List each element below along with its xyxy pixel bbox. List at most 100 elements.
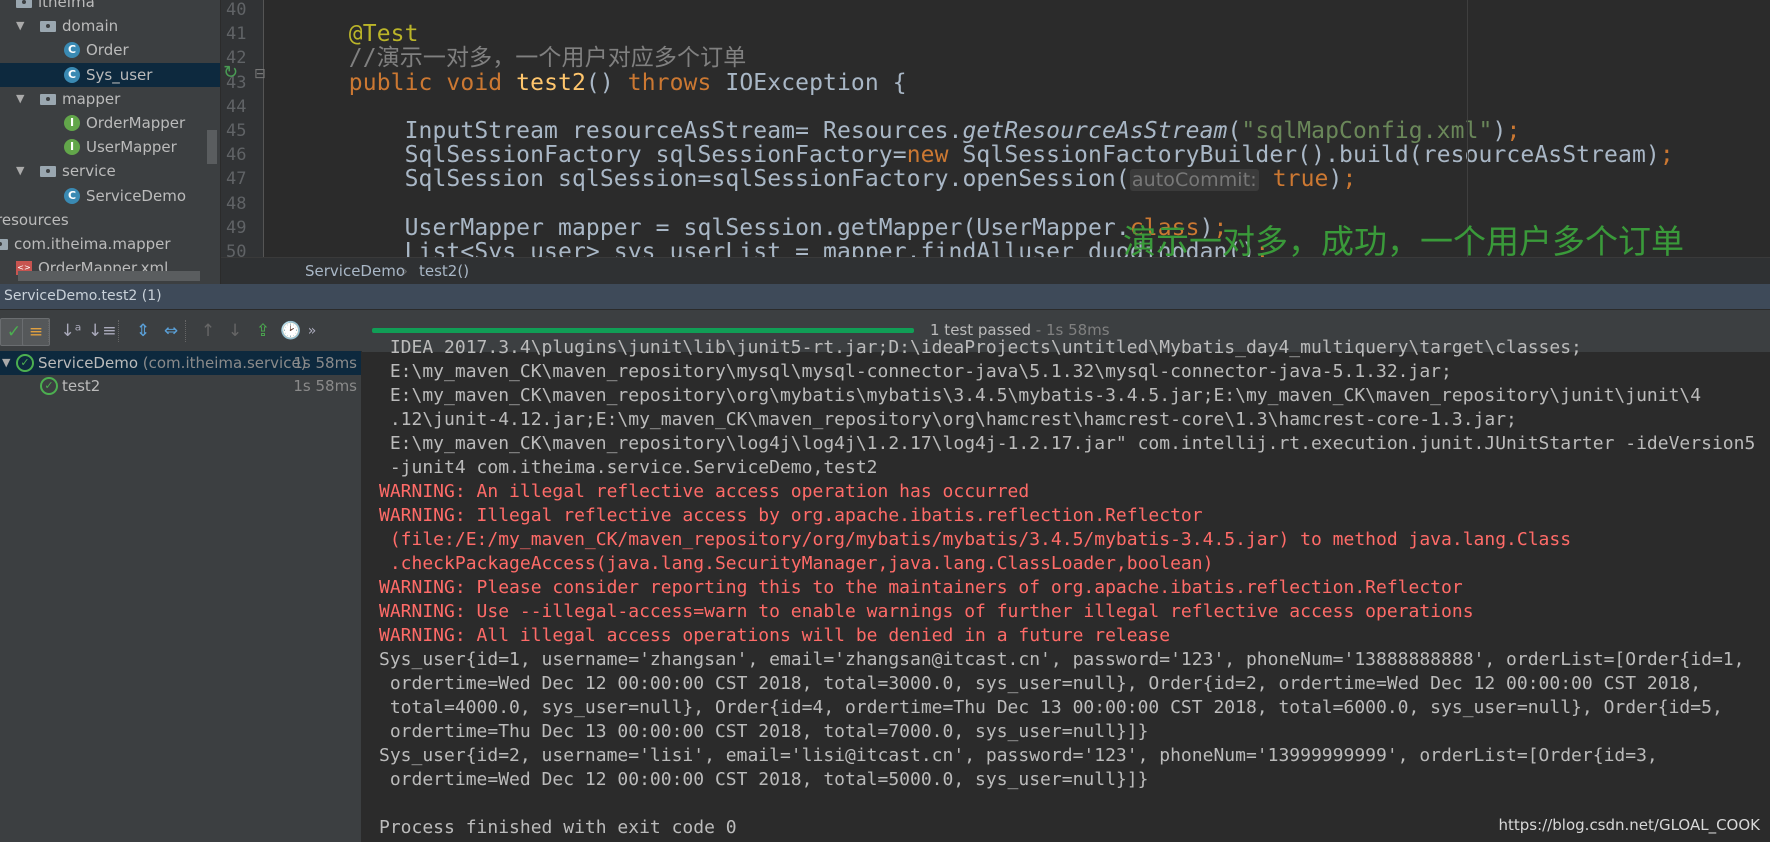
code-token: ): [1328, 166, 1343, 193]
class-icon: C: [64, 42, 80, 59]
console-warning-line: .checkPackageAccess(java.lang.SecurityMa…: [379, 553, 1214, 574]
code-token: getResourceAsStream: [962, 118, 1228, 144]
code-token: IOException {: [725, 69, 907, 96]
right-margin-guide: [1467, 0, 1468, 257]
expand-arrow-icon[interactable]: ▼: [16, 87, 24, 111]
code-line: @Test: [293, 22, 419, 46]
project-tree-item[interactable]: ▼itheima: [0, 0, 220, 14]
project-horizontal-scrollbar[interactable]: [18, 271, 200, 281]
line-number: 47: [226, 169, 247, 190]
console-line: Sys_user{id=1, username='zhangsan', emai…: [379, 649, 1745, 670]
run-test-gutter-icon[interactable]: ↻: [223, 62, 238, 83]
project-tree-item[interactable]: C Order: [0, 38, 220, 62]
project-tree-label: ServiceDemo: [86, 186, 187, 205]
project-tree-item[interactable]: C Sys_user: [0, 62, 220, 87]
console-line: ordertime=Wed Dec 12 00:00:00 CST 2018, …: [379, 673, 1702, 694]
code-token: SqlSession sqlSession=sqlSessionFactory.…: [293, 166, 1130, 193]
code-token: test2: [516, 69, 586, 96]
sort-alpha-icon[interactable]: ↓ᵃ: [58, 318, 84, 344]
code-token: throws: [627, 69, 726, 96]
code-token: SqlSessionFactoryBuilder().build(resourc…: [962, 142, 1660, 169]
code-token: (): [585, 69, 628, 96]
editor-breadcrumb: ServiceDemo › test2(): [221, 257, 1770, 285]
test-package: (com.itheima.service): [138, 354, 307, 372]
run-tool-window-title: ServiceDemo.test2 (1): [0, 284, 1770, 309]
project-tree-item[interactable]: ▼ domain: [0, 14, 220, 38]
expand-all-icon[interactable]: ⇕: [130, 318, 156, 344]
project-tree-item[interactable]: resources: [0, 208, 220, 232]
code-line: UserMapper mapper = sqlSession.getMapper…: [293, 216, 1228, 240]
project-tree-label: resources: [0, 210, 69, 229]
line-number: 44: [226, 96, 247, 117]
next-failed-icon[interactable]: ↓: [222, 318, 248, 344]
line-number: 40: [226, 0, 247, 20]
project-tree-item[interactable]: C ServiceDemo: [0, 184, 220, 208]
class-icon: C: [64, 66, 80, 83]
expand-arrow-icon[interactable]: ▼: [16, 159, 24, 183]
console-warning-line: WARNING: Use --illegal-access=warn to en…: [379, 601, 1474, 622]
console-line: ordertime=Wed Dec 12 00:00:00 CST 2018, …: [379, 769, 1149, 790]
console-line: -junit4 com.itheima.service.ServiceDemo,…: [379, 457, 878, 478]
code-line: //演示一对多，一个用户对应多个订单: [293, 46, 746, 70]
sort-duration-icon[interactable]: ↓≡: [88, 318, 117, 344]
collapse-all-icon[interactable]: ⇔: [158, 318, 184, 344]
folder-icon: [0, 239, 8, 250]
project-tree-item[interactable]: I OrderMapper: [0, 111, 220, 135]
test-passed-icon: ✓: [16, 354, 34, 372]
code-editor[interactable]: 40 41 42 43 44 45 46 47 48 49 50 ↻ @Test //演示一对多，一个…: [221, 0, 1770, 257]
code-token: ;: [1506, 118, 1521, 144]
project-tree-label: mapper: [62, 89, 121, 108]
console-warning-line: WARNING: Illegal reflective access by or…: [379, 505, 1203, 526]
toolbar-separator: [185, 320, 187, 342]
project-tree-label: service: [62, 162, 116, 181]
console-line: E:\my_maven_CK\maven_repository\mysql\my…: [379, 361, 1452, 382]
line-number: 45: [226, 121, 247, 141]
breadcrumb-method[interactable]: test2(): [419, 258, 469, 285]
test-name: ServiceDemo (com.itheima.service): [38, 354, 307, 372]
code-line: InputStream resourceAsStream= Resources.…: [293, 118, 1521, 144]
code-token: true: [1272, 166, 1329, 193]
console-warning-line: WARNING: An illegal reflective access op…: [379, 481, 1030, 502]
expand-arrow-icon[interactable]: ▼: [16, 14, 24, 38]
project-tree-panel: ▼itheima▼domainCOrderCSys_user▼mapperIOr…: [0, 0, 221, 284]
history-icon[interactable]: 🕑: [278, 318, 304, 344]
show-ignored-icon[interactable]: ≡: [22, 318, 50, 346]
code-token: //演示一对多，一个用户对应多个订单: [348, 45, 747, 72]
more-icon[interactable]: »: [305, 318, 319, 344]
console-line: IDEA 2017.3.4\plugins\junit\lib\junit5-r…: [379, 337, 1582, 358]
folder-icon: [16, 0, 32, 8]
console-line: E:\my_maven_CK\maven_repository\org\myba…: [379, 385, 1702, 406]
folder-icon: [40, 21, 56, 33]
code-token: "sqlMapConfig.xml": [1241, 118, 1493, 144]
console-warning-line: WARNING: All illegal access operations w…: [379, 625, 1171, 646]
fold-icon[interactable]: ⊟: [254, 66, 266, 82]
toolbar-separator: [48, 320, 50, 342]
previous-failed-icon[interactable]: ↑: [195, 318, 221, 344]
project-tree-item[interactable]: I UserMapper: [0, 135, 220, 159]
code-token: InputStream resourceAsStream= Resources.: [293, 118, 963, 144]
code-token: @Test: [348, 21, 419, 48]
project-tree-item[interactable]: ▼ service: [0, 159, 220, 183]
test-results-tree: ▼ ✓ ServiceDemo (com.itheima.service) 1s 58…: [0, 351, 362, 842]
test-tree-item[interactable]: ✓ test2 1s 58ms: [0, 374, 361, 398]
project-tree-item[interactable]: com.itheima.mapper: [0, 232, 220, 256]
run-tab-label[interactable]: ServiceDemo.test2 (1): [4, 284, 162, 309]
breadcrumb-class[interactable]: ServiceDemo: [305, 258, 405, 285]
console-output[interactable]: IDEA 2017.3.4\plugins\junit\lib\junit5-r…: [362, 337, 1770, 842]
line-number: 46: [226, 145, 247, 166]
line-number: 48: [226, 193, 247, 214]
test-duration: 1s 58ms: [293, 377, 357, 395]
project-tree-label: OrderMapper: [86, 114, 186, 132]
expand-arrow-icon[interactable]: ▼: [2, 351, 10, 375]
project-tree-item[interactable]: ▼ mapper: [0, 87, 220, 111]
test-tree-item[interactable]: ▼ ✓ ServiceDemo (com.itheima.service) 1s 58…: [0, 351, 361, 375]
test-progress-bar: [372, 328, 914, 333]
console-line: Process finished with exit code 0: [379, 817, 737, 838]
project-vertical-scrollbar[interactable]: [207, 130, 217, 164]
code-token: ;: [1659, 142, 1674, 169]
export-icon[interactable]: ⇪: [250, 318, 276, 344]
